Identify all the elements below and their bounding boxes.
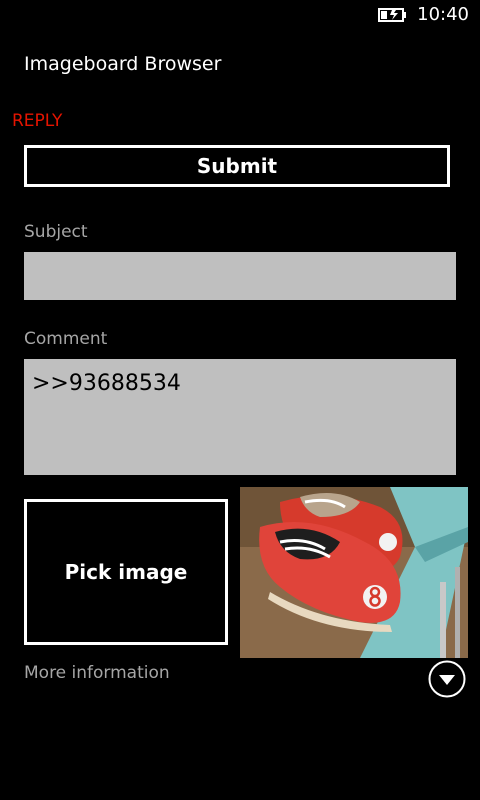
page-title: REPLY [12,111,63,131]
status-time: 10:40 [417,4,469,25]
preview-image [240,487,468,658]
status-bar: 10:40 [0,0,480,32]
submit-button[interactable]: Submit [24,145,450,187]
battery-charging-icon [378,7,410,23]
pick-image-button[interactable]: Pick image [24,499,228,645]
subject-input[interactable] [24,252,456,300]
comment-label: Comment [24,329,108,349]
comment-input[interactable]: >>93688534 [24,359,456,475]
more-information-label[interactable]: More information [24,662,170,684]
chevron-down-circle-icon[interactable] [428,660,466,698]
subject-label: Subject [24,222,88,242]
app-title: Imageboard Browser [24,53,222,75]
